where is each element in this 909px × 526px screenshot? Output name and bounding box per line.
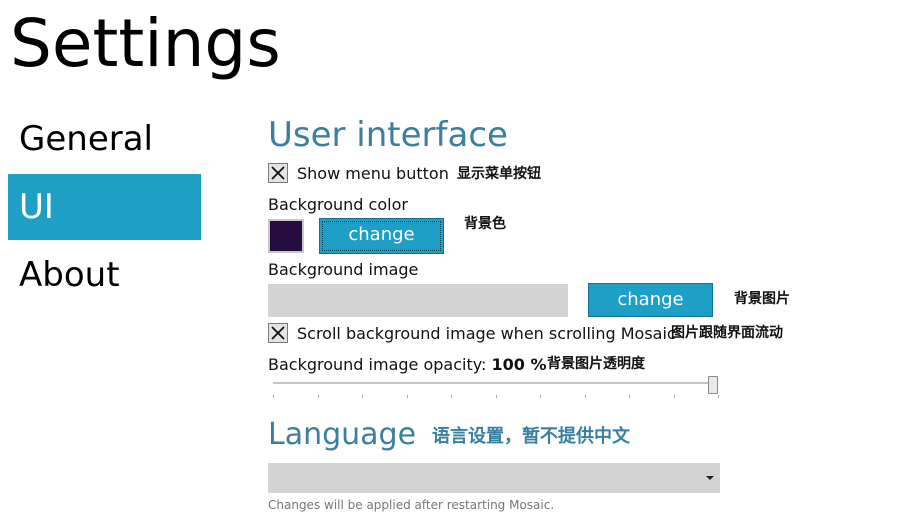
language-select[interactable] — [268, 463, 720, 493]
checkmark-x-icon — [271, 326, 285, 340]
show-menu-button-checkbox[interactable] — [268, 163, 288, 183]
background-image-note: 背景图片 — [734, 291, 790, 307]
slider-tick — [584, 395, 586, 398]
slider-tick — [718, 395, 719, 398]
scroll-background-checkbox[interactable] — [268, 323, 288, 343]
slider-tick — [451, 395, 452, 398]
slider-tick — [406, 395, 408, 398]
settings-page: Settings General UI About User interface… — [0, 0, 909, 526]
background-image-path-field[interactable] — [268, 284, 568, 317]
opacity-note: 背景图片透明度 — [547, 356, 645, 372]
user-interface-heading: User interface — [268, 115, 508, 155]
opacity-label: Background image opacity: — [268, 355, 487, 374]
settings-nav: General UI About — [8, 106, 201, 310]
opacity-label-row: Background image opacity: 100 % — [268, 355, 547, 375]
slider-tick — [629, 395, 630, 398]
nav-item-ui[interactable]: UI — [8, 174, 201, 240]
background-color-label: Background color — [268, 195, 408, 214]
language-heading: Language — [268, 417, 417, 452]
opacity-slider-track[interactable] — [273, 382, 718, 384]
opacity-value: 100 % — [491, 355, 547, 374]
slider-tick — [273, 395, 274, 398]
slider-tick — [362, 395, 363, 398]
language-note: 语言设置，暂不提供中文 — [432, 426, 630, 447]
change-background-image-button[interactable]: change — [588, 283, 713, 317]
nav-item-about[interactable]: About — [8, 242, 201, 308]
slider-tick — [540, 395, 541, 398]
scroll-background-label: Scroll background image when scrolling M… — [297, 324, 676, 343]
slider-tick — [673, 395, 675, 398]
scroll-background-note: 图片跟随界面流动 — [671, 325, 783, 341]
slider-tick — [317, 395, 319, 398]
nav-item-general[interactable]: General — [8, 106, 201, 172]
show-menu-button-label: Show menu button — [297, 164, 449, 183]
language-restart-hint: Changes will be applied after restarting… — [268, 498, 555, 512]
show-menu-button-note: 显示菜单按钮 — [457, 166, 541, 182]
page-title: Settings — [10, 5, 281, 82]
background-color-swatch — [268, 219, 304, 253]
checkmark-x-icon — [271, 166, 285, 180]
background-color-note: 背景色 — [464, 216, 506, 232]
chevron-down-icon — [706, 476, 714, 480]
background-image-label: Background image — [268, 260, 419, 279]
change-background-color-button[interactable]: change — [319, 218, 444, 254]
slider-tick — [495, 395, 497, 398]
opacity-slider-thumb[interactable] — [708, 376, 718, 394]
